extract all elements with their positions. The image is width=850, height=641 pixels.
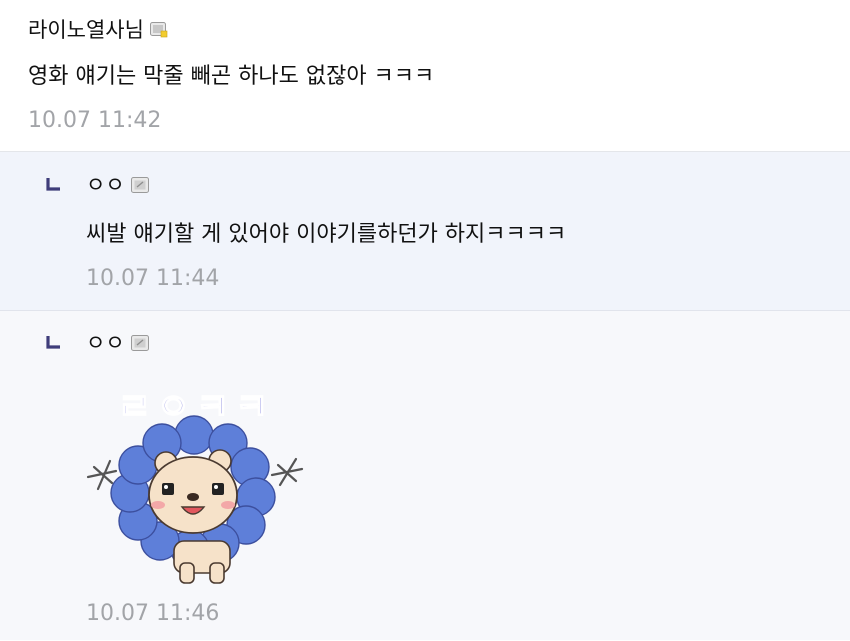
member-badge-icon bbox=[149, 22, 168, 38]
reply-arrow-icon bbox=[46, 336, 60, 349]
author-name[interactable]: ㅇㅇ bbox=[86, 331, 125, 355]
comment-author[interactable]: 라이노열사님 bbox=[28, 17, 168, 43]
lion-body-icon bbox=[173, 540, 231, 584]
author-name[interactable]: ㅇㅇ bbox=[86, 173, 125, 197]
reply-arrow-icon bbox=[46, 178, 60, 191]
comment-item: 라이노열사님 영화 얘기는 막줄 빼곤 하나도 없잖아 ㅋㅋㅋ 10.07 11… bbox=[0, 0, 850, 152]
lion-face-icon bbox=[148, 449, 238, 534]
reply-item: ㅇㅇ ㄹㅇㅋㅋ 10.07 11:46 bbox=[0, 311, 850, 640]
comment-thread: 라이노열사님 영화 얘기는 막줄 빼곤 하나도 없잖아 ㅋㅋㅋ 10.07 11… bbox=[0, 0, 850, 641]
reply-author[interactable]: ㅇㅇ bbox=[86, 330, 149, 356]
reply-author[interactable]: ㅇㅇ bbox=[86, 172, 149, 198]
member-badge-icon bbox=[130, 177, 149, 193]
reply-item: ㅇㅇ 씨발 얘기할 게 있어야 이야기를하던가 하지ㅋㅋㅋㅋ 10.07 11:… bbox=[0, 152, 850, 311]
reply-timestamp: 10.07 11:46 bbox=[86, 601, 220, 626]
comment-timestamp: 10.07 11:42 bbox=[28, 108, 162, 133]
author-name[interactable]: 라이노열사님 bbox=[28, 18, 144, 42]
reply-text: 씨발 얘기할 게 있어야 이야기를하던가 하지ㅋㅋㅋㅋ bbox=[86, 222, 567, 247]
member-badge-icon bbox=[130, 335, 149, 351]
comment-text: 영화 얘기는 막줄 빼곤 하나도 없잖아 ㅋㅋㅋ bbox=[28, 64, 435, 89]
reply-timestamp: 10.07 11:44 bbox=[86, 266, 220, 291]
lion-sticker[interactable]: ㄹㅇㅋㅋ bbox=[82, 381, 310, 591]
